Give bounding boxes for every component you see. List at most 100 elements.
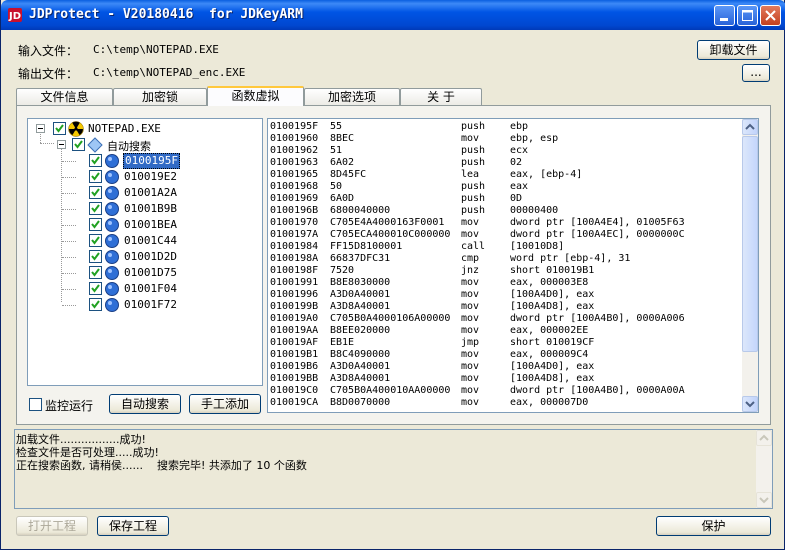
tree-function-item[interactable]: 01001A2A	[89, 185, 249, 201]
protect-button[interactable]: 保护	[656, 516, 771, 536]
tab-encrypt-options[interactable]: 加密选项	[304, 88, 400, 105]
tree-function-item[interactable]: 010019E2	[89, 169, 249, 185]
disassembly-row[interactable]: 010019A0 C705B0A4000106A00000 mov dword ptr…	[270, 313, 740, 325]
disassembly-row[interactable]: 010019BB A3D8A40001 mov [100A4D8], eax	[270, 373, 740, 385]
function-tree[interactable]: NOTEPAD.EXE 自动搜索 0100195F 010019E2 01001A2…	[27, 118, 263, 386]
collapse-icon[interactable]	[57, 140, 66, 149]
collapse-icon[interactable]	[36, 124, 45, 133]
asm-bytes: A3D0A40001	[330, 361, 391, 372]
disassembly-row[interactable]: 01001963 6A02 push 02	[270, 157, 740, 169]
function-address: 01001F72	[124, 298, 177, 311]
minimize-button[interactable]	[714, 5, 735, 26]
disassembly-row[interactable]: 0100198F 7520 jnz short 010019B1	[270, 265, 740, 277]
function-checkbox[interactable]	[89, 202, 102, 215]
asm-address: 0100197A	[270, 229, 319, 240]
asm-mnemonic: lea	[461, 169, 480, 180]
disassembly-row[interactable]: 010019AF EB1E jmp short 010019CF	[270, 337, 740, 349]
disassembly-row[interactable]: 01001969 6A0D push 0D	[270, 193, 740, 205]
tree-function-item[interactable]: 01001F04	[89, 281, 249, 297]
disassembly-row[interactable]: 01001968 50 push eax	[270, 181, 740, 193]
open-project-button[interactable]: 打开工程	[16, 516, 88, 536]
function-checkbox[interactable]	[89, 234, 102, 247]
log-scroll-down-button[interactable]	[756, 492, 772, 508]
disassembly-row[interactable]: 010019CA B8D0070000 mov eax, 000007D0	[270, 397, 740, 409]
disassembly-row[interactable]: 010019B6 A3D0A40001 mov [100A4D0], eax	[270, 361, 740, 373]
disassembly-row[interactable]: 0100199B A3D8A40001 mov [100A4D8], eax	[270, 301, 740, 313]
function-checkbox[interactable]	[89, 154, 102, 167]
tab-lock[interactable]: 加密锁	[113, 88, 207, 105]
disassembly-row[interactable]: 010019C0 C705B0A400010AA00000 mov dword ptr…	[270, 385, 740, 397]
unload-file-button[interactable]: 卸载文件	[697, 40, 770, 60]
function-checkbox[interactable]	[89, 250, 102, 263]
tree-function-item[interactable]: 01001D75	[89, 265, 249, 281]
function-icon	[105, 202, 119, 216]
function-checkbox[interactable]	[89, 186, 102, 199]
tree-function-item[interactable]: 01001BEA	[89, 217, 249, 233]
function-checkbox[interactable]	[89, 298, 102, 311]
scroll-thumb[interactable]	[742, 136, 758, 352]
checkmark-icon	[91, 156, 100, 165]
asm-bytes: 7520	[330, 265, 355, 276]
checkmark-icon	[55, 124, 64, 133]
save-project-button[interactable]: 保存工程	[97, 516, 169, 536]
disassembly-row[interactable]: 01001962 51 push ecx	[270, 145, 740, 157]
log-line: 正在搜索函数, 请稍侯...... 搜索完毕! 共添加了 10 个函数	[16, 459, 307, 472]
disassembly-row[interactable]: 0100198A 66837DFC31 cmp word ptr [ebp-4], 3…	[270, 253, 740, 265]
scroll-down-button[interactable]	[742, 396, 758, 412]
tree-function-item[interactable]: 01001B9B	[89, 201, 249, 217]
disassembly-row[interactable]: 0100197A C705ECA400010C000000 mov dword ptr…	[270, 229, 740, 241]
tree-function-item[interactable]: 01001C44	[89, 233, 249, 249]
disassembly-row[interactable]: 01001960 8BEC mov ebp, esp	[270, 133, 740, 145]
function-checkbox[interactable]	[89, 266, 102, 279]
disassembly-listing[interactable]: 0100195F 55 push ebp 01001960 8BEC mov ebp, esp…	[267, 118, 759, 413]
disassembly-row[interactable]: 01001996 A3D0A40001 mov [100A4D0], eax	[270, 289, 740, 301]
close-button[interactable]	[760, 5, 781, 26]
disassembly-row[interactable]: 0100196B 6800040000 push 00000400	[270, 205, 740, 217]
disassembly-row[interactable]: 0100195F 55 push ebp	[270, 121, 740, 133]
browse-output-button[interactable]: ...	[742, 64, 770, 82]
asm-operands: word ptr [ebp-4], 31	[510, 253, 631, 264]
disassembly-row[interactable]: 01001984 FF15D8100001 call [10010D8]	[270, 241, 740, 253]
asm-operands: short 010019CF	[510, 337, 595, 348]
disassembly-row[interactable]: 01001991 B8E8030000 mov eax, 000003E8	[270, 277, 740, 289]
function-checkbox[interactable]	[89, 218, 102, 231]
scroll-up-button[interactable]	[742, 119, 758, 135]
disassembly-row[interactable]: 01001970 C705E4A4000163F0001 mov dword ptr …	[270, 217, 740, 229]
radiation-icon	[68, 121, 84, 137]
tree-group-node[interactable]: 自动搜索	[55, 137, 255, 153]
asm-operands: 0D	[510, 193, 523, 204]
asm-operands: 00000400	[510, 205, 559, 216]
tab-about[interactable]: 关 于	[400, 88, 482, 105]
auto-search-button[interactable]: 自动搜索	[109, 394, 181, 414]
log-scrollbar[interactable]	[756, 430, 772, 508]
maximize-button[interactable]	[737, 5, 758, 26]
maximize-icon	[742, 10, 753, 21]
function-checkbox[interactable]	[89, 282, 102, 295]
monitor-run-checkbox[interactable]	[29, 398, 42, 411]
function-address: 01001D75	[124, 266, 177, 279]
checkmark-icon	[91, 300, 100, 309]
tree-function-item[interactable]: 01001D2D	[89, 249, 249, 265]
disassembly-scrollbar[interactable]	[742, 119, 758, 412]
disassembly-row[interactable]: 010019AA B8EE020000 mov eax, 000002EE	[270, 325, 740, 337]
asm-address: 01001960	[270, 133, 319, 144]
asm-mnemonic: push	[461, 193, 486, 204]
log-scroll-up-button[interactable]	[756, 430, 772, 446]
manual-add-button[interactable]: 手工添加	[189, 394, 261, 414]
function-checkbox[interactable]	[89, 170, 102, 183]
root-checkbox[interactable]	[53, 122, 66, 135]
tree-function-item[interactable]: 0100195F	[89, 153, 249, 169]
tab-function-virtualization[interactable]: 函数虚拟	[207, 86, 304, 106]
tab-file-info[interactable]: 文件信息	[16, 88, 113, 105]
asm-mnemonic: jnz	[461, 265, 480, 276]
app-icon: JD	[8, 8, 22, 22]
disassembly-row[interactable]: 01001965 8D45FC lea eax, [ebp-4]	[270, 169, 740, 181]
tree-function-item[interactable]: 01001F72	[89, 297, 249, 313]
tree-root-node[interactable]: NOTEPAD.EXE	[34, 121, 254, 137]
asm-mnemonic: mov	[461, 349, 480, 360]
disassembly-row[interactable]: 010019B1 B8C4090000 mov eax, 000009C4	[270, 349, 740, 361]
function-icon	[105, 186, 119, 200]
log-output[interactable]: 加载文件.................成功! 检查文件是否可处理.....成…	[14, 429, 773, 509]
group-checkbox[interactable]	[72, 138, 85, 151]
title-bar[interactable]: JD JDProtect - V20180416 for JDKeyARM	[1, 0, 785, 30]
